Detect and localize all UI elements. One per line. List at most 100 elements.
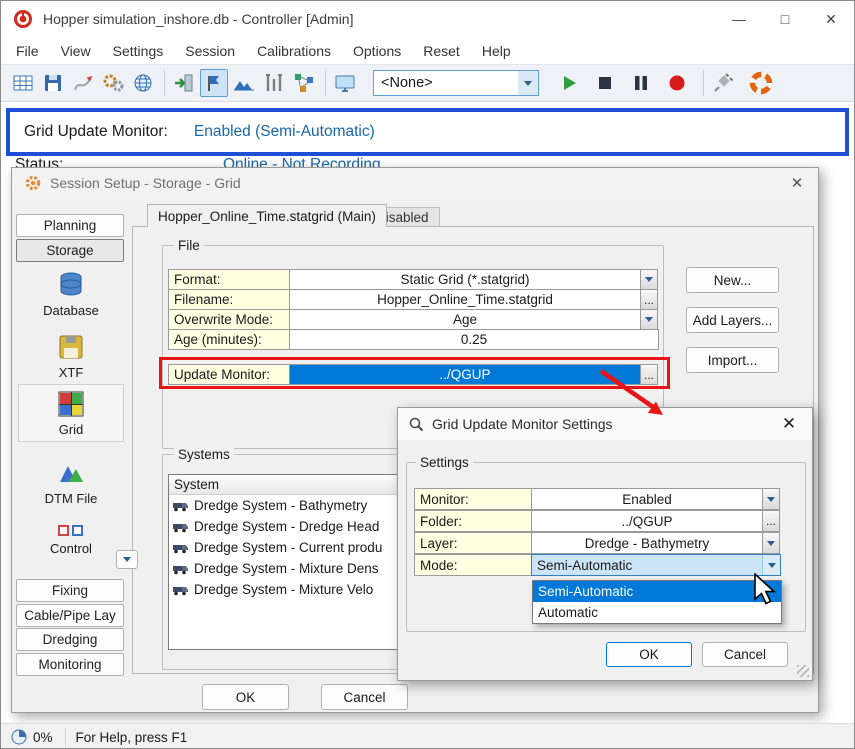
import-button[interactable]: Import...: [686, 347, 779, 373]
menu-help[interactable]: Help: [471, 37, 522, 64]
sidebar-item-fixing[interactable]: Fixing: [16, 579, 124, 602]
title-bar: Hopper simulation_inshore.db - Controlle…: [1, 1, 854, 37]
sidebar-item-grid[interactable]: Grid: [18, 384, 124, 442]
sidebar-item-dredging[interactable]: Dredging: [16, 628, 124, 651]
stop-button[interactable]: [591, 69, 619, 97]
route-icon[interactable]: [69, 69, 97, 97]
layer-value[interactable]: Dredge - Bathymetry: [531, 532, 763, 554]
filename-row: Filename: Hopper_Online_Time.statgrid ..…: [168, 289, 658, 310]
sidebar-item-control[interactable]: Control: [18, 520, 124, 560]
toolbar-separator: [164, 70, 165, 96]
connector-icon[interactable]: [709, 69, 737, 97]
export-icon[interactable]: [170, 69, 198, 97]
menu-view[interactable]: View: [50, 37, 102, 64]
chevron-down-icon[interactable]: [518, 71, 538, 95]
folder-browse-button[interactable]: ...: [762, 510, 780, 532]
option-semi-automatic[interactable]: Semi-Automatic: [533, 581, 781, 602]
minimize-button[interactable]: —: [716, 1, 762, 37]
xtf-label: XTF: [59, 365, 84, 380]
resize-grip[interactable]: [797, 665, 809, 677]
globe-icon[interactable]: [129, 69, 157, 97]
sidebar-item-dtm-file[interactable]: DTM File: [18, 454, 124, 510]
fixing-label: Fixing: [52, 583, 88, 598]
device-select-combo[interactable]: <None>: [373, 70, 539, 96]
sidebar-item-xtf[interactable]: XTF: [18, 328, 124, 384]
monitor-value[interactable]: Enabled: [531, 488, 763, 510]
pause-button[interactable]: [627, 69, 655, 97]
sidebar-item-database[interactable]: Database: [18, 266, 124, 322]
record-button[interactable]: [663, 69, 691, 97]
levels-icon[interactable]: [260, 69, 288, 97]
sidebar-item-planning[interactable]: Planning: [16, 214, 124, 237]
format-row: Format: Static Grid (*.statgrid): [168, 269, 658, 290]
matrix-view-icon[interactable]: [200, 69, 228, 97]
monitor-close-icon[interactable]: ✕: [778, 414, 800, 434]
window-title: Hopper simulation_inshore.db - Controlle…: [43, 11, 353, 27]
format-dropdown-button[interactable]: [640, 269, 658, 290]
overwrite-mode-value[interactable]: Age: [289, 309, 641, 330]
toolbar: <None>: [1, 64, 854, 102]
menu-file[interactable]: File: [5, 37, 50, 64]
tab-statgrid-main-label: Hopper_Online_Time.statgrid (Main): [158, 209, 376, 224]
overwrite-mode-dropdown-button[interactable]: [640, 309, 658, 330]
session-ok-button[interactable]: OK: [202, 684, 289, 710]
sidebar-item-monitoring[interactable]: Monitoring: [16, 653, 124, 676]
grid-table-icon[interactable]: [9, 69, 37, 97]
grid-icon: [56, 389, 86, 419]
menu-reset[interactable]: Reset: [412, 37, 471, 64]
sidebar-item-cable-pipe-lay[interactable]: Cable/Pipe Lay: [16, 604, 124, 627]
age-minutes-value[interactable]: 0.25: [289, 329, 659, 350]
close-button[interactable]: ✕: [808, 1, 854, 37]
profile-icon[interactable]: [230, 69, 258, 97]
layer-dropdown-button[interactable]: [762, 532, 780, 554]
controller-window: Hopper simulation_inshore.db - Controlle…: [0, 0, 855, 749]
chevron-down-icon[interactable]: [762, 555, 780, 575]
monitor-dialog-title: Grid Update Monitor Settings: [432, 416, 613, 432]
menu-calibrations[interactable]: Calibrations: [246, 37, 342, 64]
mode-label: Mode:: [414, 554, 532, 576]
mode-combobox[interactable]: Semi-Automatic: [531, 554, 781, 576]
option-automatic[interactable]: Automatic: [533, 602, 781, 623]
display-icon[interactable]: [331, 69, 359, 97]
session-dialog-titlebar[interactable]: Session Setup - Storage - Grid: [12, 168, 818, 198]
menu-session[interactable]: Session: [174, 37, 246, 64]
session-cancel-button[interactable]: Cancel: [321, 684, 408, 710]
chevron-down-icon: [123, 557, 131, 566]
new-button[interactable]: New...: [686, 267, 779, 293]
toolbar-separator: [703, 70, 704, 96]
gears-icon[interactable]: [99, 69, 127, 97]
folder-value[interactable]: ../QGUP: [531, 510, 763, 532]
control-label: Control: [50, 541, 92, 556]
filename-label: Filename:: [168, 289, 290, 310]
network-icon[interactable]: [290, 69, 318, 97]
database-label: Database: [43, 303, 99, 318]
format-value[interactable]: Static Grid (*.statgrid): [289, 269, 641, 290]
mouse-cursor: [754, 573, 780, 607]
monitor-dropdown-button[interactable]: [762, 488, 780, 510]
session-close-icon[interactable]: ✕: [786, 174, 808, 192]
grid-label: Grid: [59, 422, 84, 437]
grid-update-monitor-value: Enabled (Semi-Automatic): [194, 123, 375, 141]
monitor-ok-button[interactable]: OK: [606, 642, 692, 667]
sidebar-more-button[interactable]: [116, 550, 138, 569]
annotation-arrow: [595, 365, 675, 423]
statusbar-help-text: For Help, press F1: [76, 730, 188, 745]
menu-options[interactable]: Options: [342, 37, 412, 64]
system-icon: [173, 499, 188, 512]
session-dialog-title: Session Setup - Storage - Grid: [50, 175, 241, 191]
menu-settings[interactable]: Settings: [102, 37, 175, 64]
help-lifering-icon[interactable]: [747, 69, 775, 97]
progress-pie-icon: [11, 729, 27, 745]
save-icon[interactable]: [39, 69, 67, 97]
maximize-button[interactable]: □: [762, 1, 808, 37]
monitor-cancel-button[interactable]: Cancel: [702, 642, 788, 667]
grid-update-monitor-label: Grid Update Monitor:: [24, 123, 168, 141]
statusbar-separator: [65, 728, 66, 746]
tab-statgrid-main[interactable]: Hopper_Online_Time.statgrid (Main): [147, 204, 387, 227]
grid-update-monitor-annotation: Grid Update Monitor: Enabled (Semi-Autom…: [6, 108, 849, 156]
add-layers-button[interactable]: Add Layers...: [686, 307, 779, 333]
play-button[interactable]: [555, 69, 583, 97]
sidebar-item-storage[interactable]: Storage: [16, 239, 124, 262]
filename-value[interactable]: Hopper_Online_Time.statgrid: [289, 289, 641, 310]
filename-browse-button[interactable]: ...: [640, 289, 658, 310]
